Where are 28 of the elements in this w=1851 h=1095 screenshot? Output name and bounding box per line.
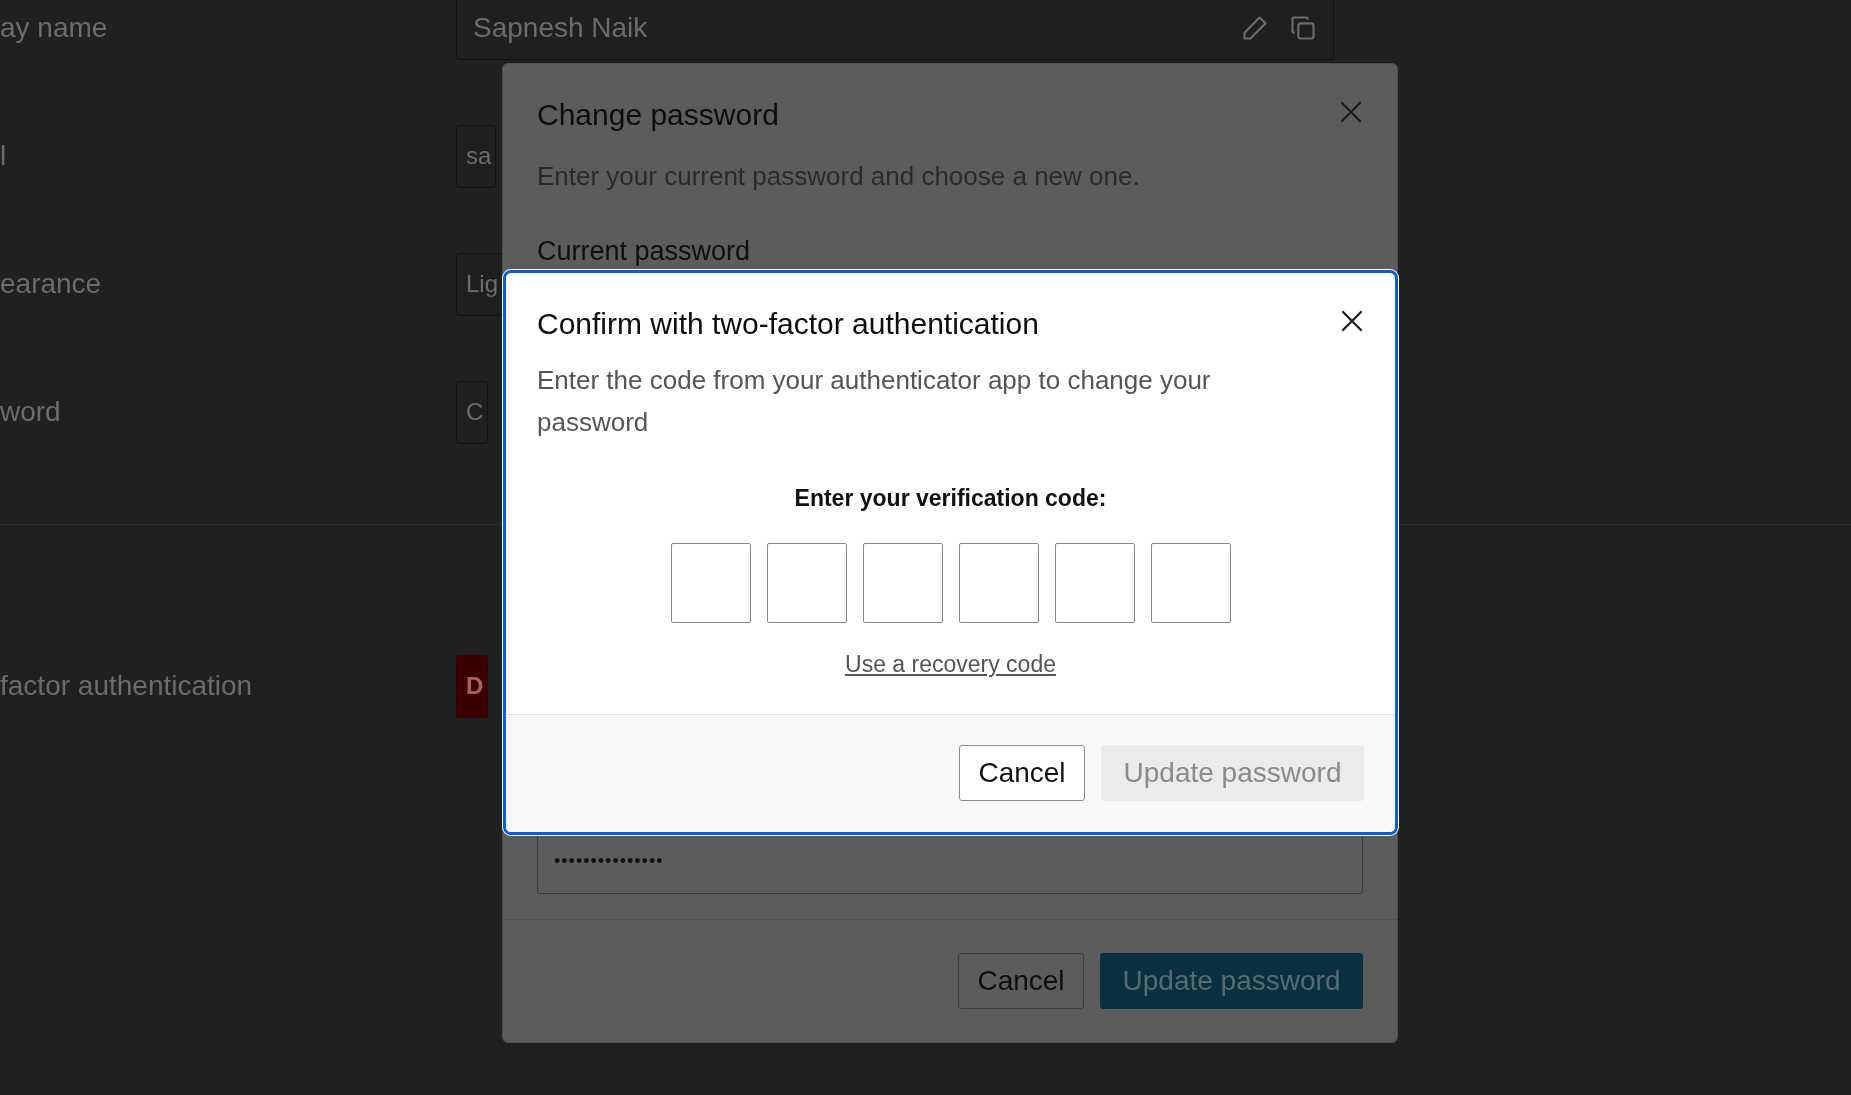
dialog-title: Confirm with two-factor authentication [537,307,1039,341]
code-label: Enter your verification code: [793,485,1108,512]
cancel-button[interactable]: Cancel [958,953,1084,1009]
input-field[interactable]: sa [456,124,497,188]
code-digit-field[interactable] [766,543,847,623]
setting-label: l [0,140,8,172]
recovery-code-link[interactable]: Use a recovery code [845,651,1056,678]
copy-icon[interactable] [1289,14,1317,42]
field-label: Current password [537,236,752,267]
update-password-button[interactable]: Update password [1100,953,1363,1009]
setting-label: ay name [0,12,109,44]
code-digit-field[interactable] [958,543,1039,623]
setting-label: word [0,396,62,428]
input-field[interactable]: Lig [456,252,504,316]
disable-button[interactable]: D [456,654,489,718]
code-digit-field[interactable] [670,543,751,623]
pencil-icon[interactable] [1241,14,1269,42]
dialog-title: Change password [537,98,779,132]
name-field[interactable]: Sapnesh Naik [456,0,1334,60]
code-digit-field[interactable] [862,543,943,623]
dialog-description: Enter the code from your authenticator app to change your password [537,364,1212,439]
change-button[interactable]: C [456,380,489,444]
setting-label: factor authentication [0,670,254,702]
close-icon[interactable] [1340,309,1364,333]
setting-label: earance [0,268,103,300]
code-digit-field[interactable] [1150,543,1231,623]
code-digit-field[interactable] [1054,543,1135,623]
cancel-button[interactable]: Cancel [959,745,1085,801]
